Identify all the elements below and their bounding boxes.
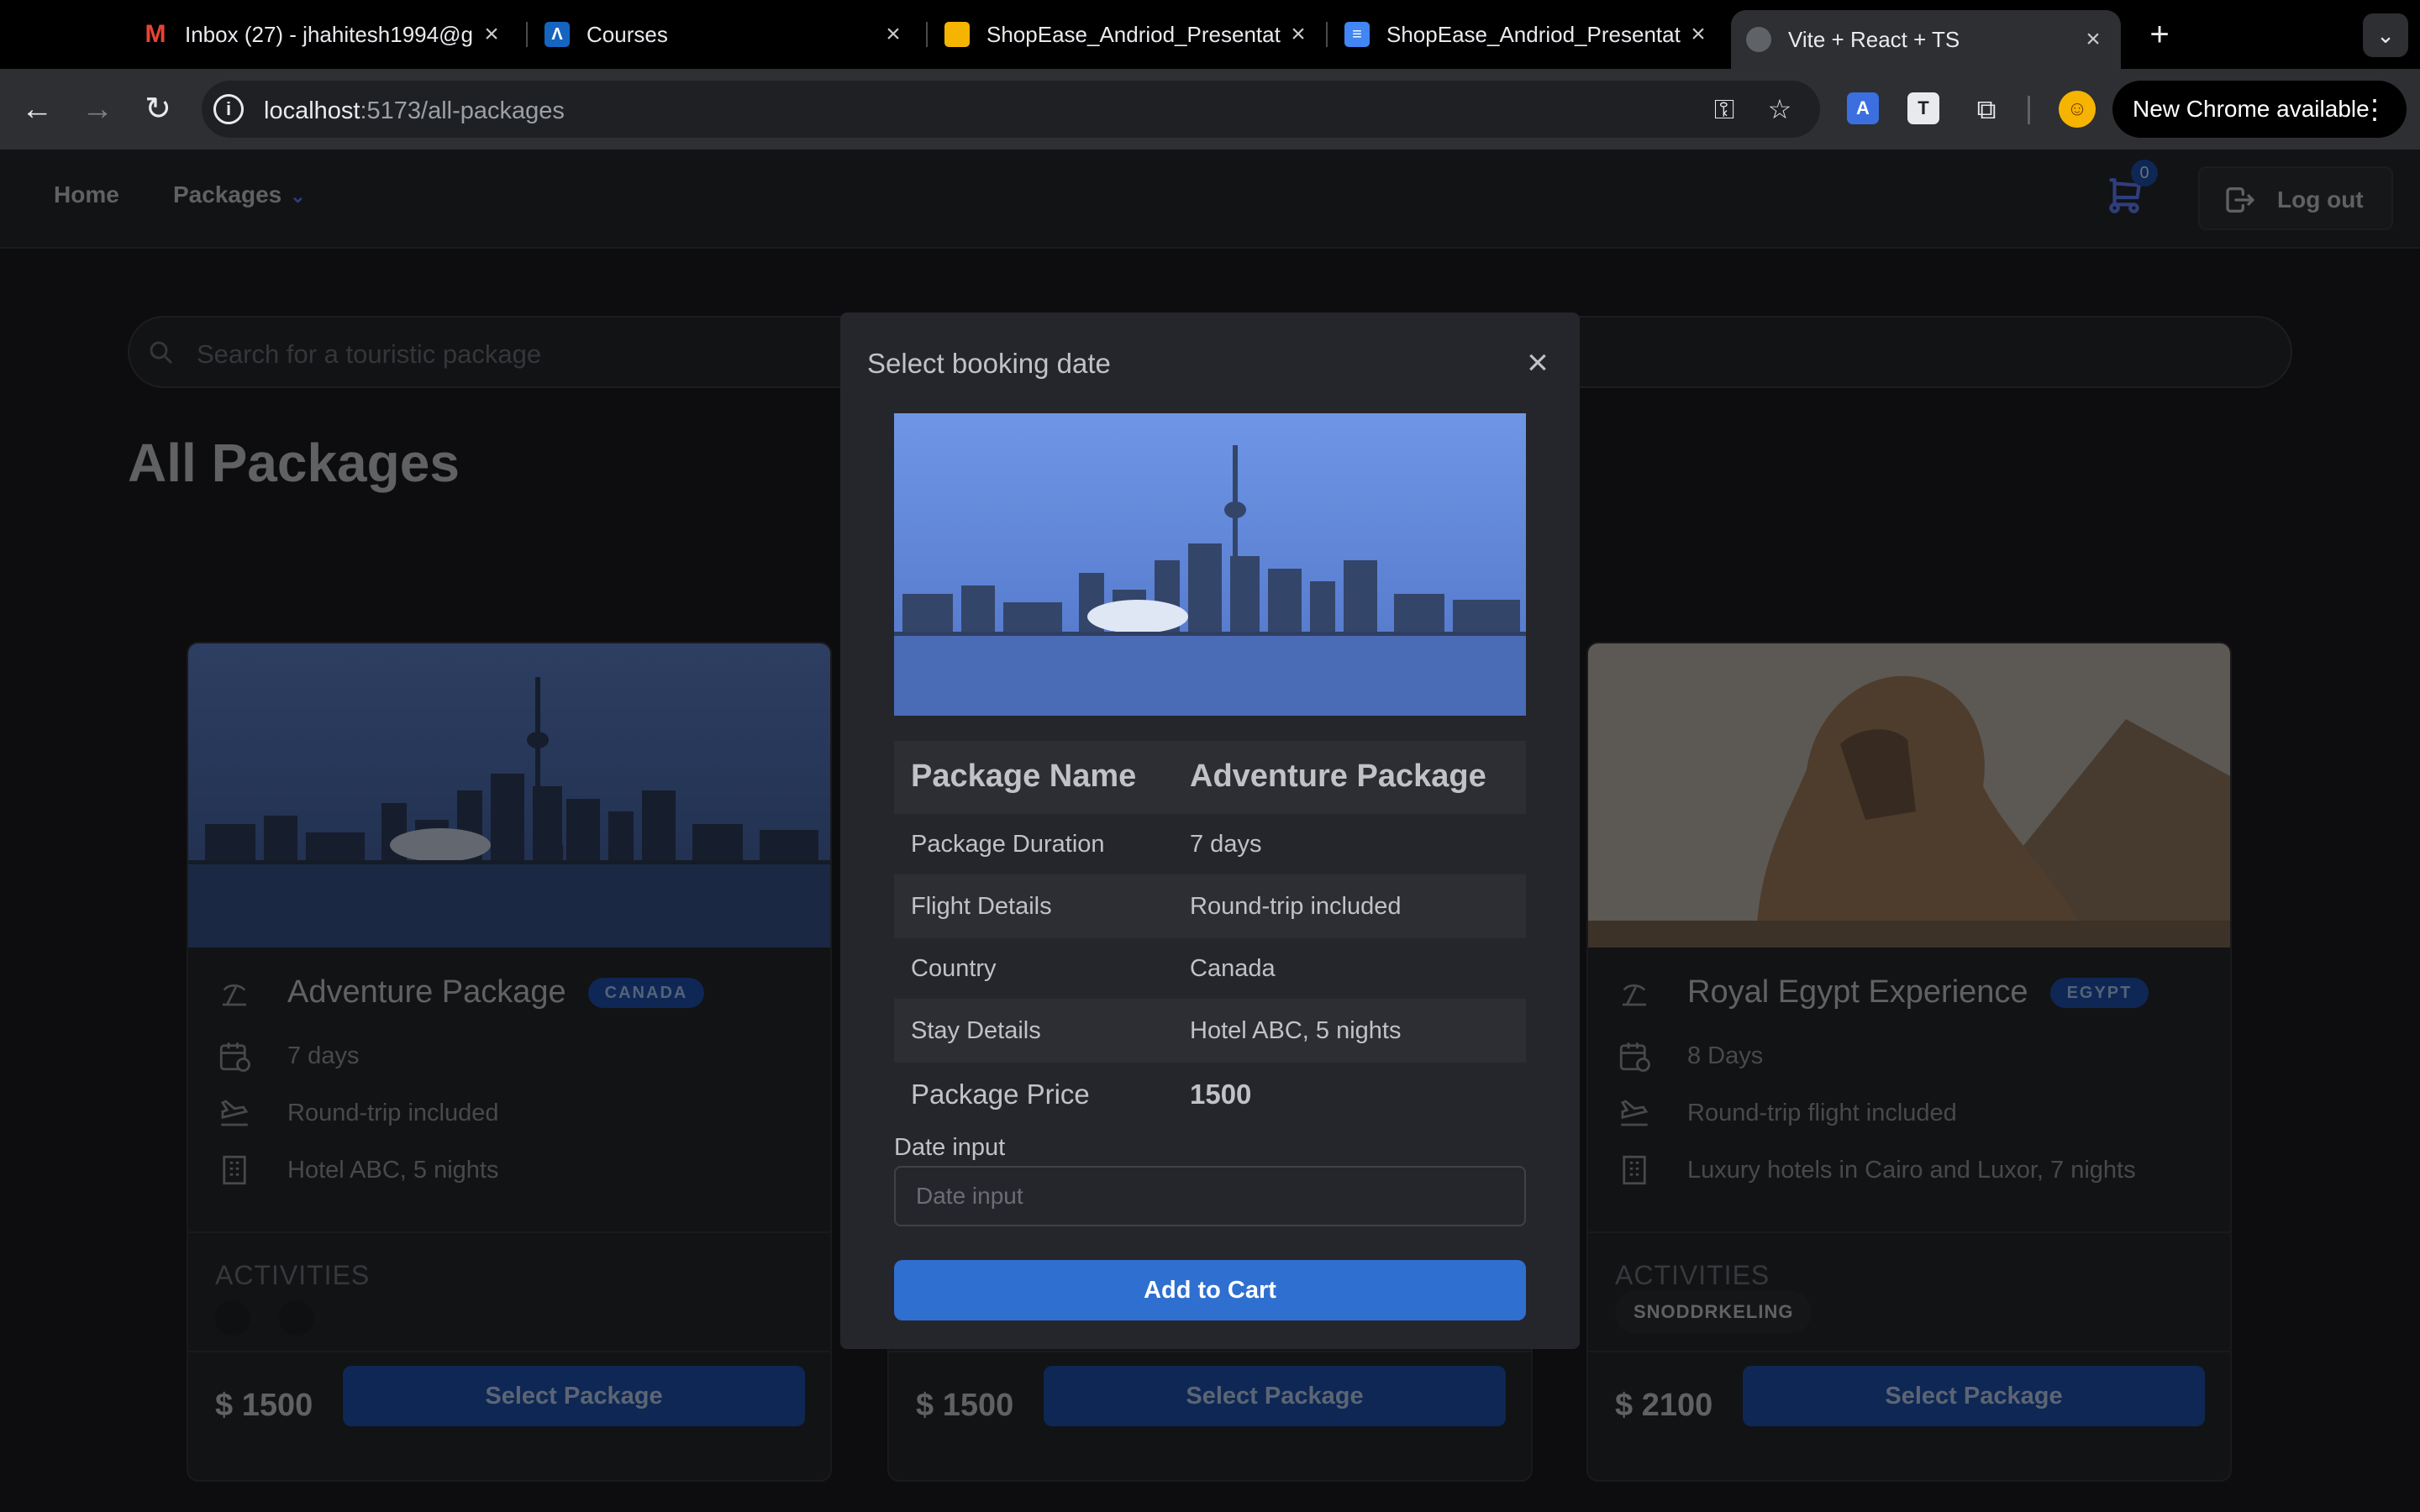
table-row: Package Name Adventure Package <box>894 741 1526 814</box>
tab-title: Inbox (27) - jhahitesh1994@g <box>185 21 473 47</box>
new-tab-button[interactable]: + <box>2139 15 2180 55</box>
tab-title: Vite + React + TS <box>1788 26 1960 52</box>
more-menu-icon[interactable]: ⋮ <box>2361 81 2388 138</box>
table-row: Package Price 1500 <box>894 1062 1526 1126</box>
back-icon[interactable]: ← <box>15 87 59 131</box>
table-row: Stay Details Hotel ABC, 5 nights <box>894 1000 1526 1063</box>
table-footer-cell: 1500 <box>1190 1078 1252 1110</box>
close-icon[interactable]: × <box>881 20 906 49</box>
add-to-cart-button[interactable]: Add to Cart <box>894 1260 1526 1320</box>
password-key-icon[interactable]: ⚿ <box>1707 92 1741 126</box>
table-row: Package Duration 7 days <box>894 813 1526 876</box>
table-cell: Canada <box>1173 937 1526 1000</box>
modal-title: Select booking date <box>867 348 1111 379</box>
browser-tab-gmail[interactable]: M Inbox (27) - jhahitesh1994@g × <box>143 10 504 59</box>
close-icon[interactable]: × <box>1686 20 1711 49</box>
close-icon[interactable]: × <box>479 20 504 49</box>
url-text[interactable]: localhost:5173/all-packages <box>264 97 565 125</box>
table-footer-cell: Package Price <box>911 1078 1090 1110</box>
browser-tab-courses[interactable]: Λ Courses × <box>544 10 906 59</box>
close-icon[interactable]: × <box>2081 25 2106 54</box>
table-cell: Flight Details <box>894 875 1173 938</box>
booking-date-modal: Select booking date × Package Name Adven… <box>840 312 1580 1349</box>
browser-tab-active[interactable]: Vite + React + TS × <box>1731 10 2121 69</box>
tab-title: ShopEase_Andriod_Presentat <box>1386 21 1681 47</box>
forward-icon[interactable]: → <box>76 87 119 131</box>
site-info-icon[interactable]: i <box>213 94 244 124</box>
package-details-table: Package Name Adventure Package Package D… <box>894 741 1526 1126</box>
gmail-icon: M <box>145 20 166 48</box>
table-cell: Stay Details <box>894 1000 1173 1063</box>
table-header-cell: Adventure Package <box>1173 741 1526 814</box>
browser-toolbar: ← → ↻ i localhost:5173/all-packages ⚿ ☆ … <box>0 69 2420 150</box>
tab-search-button[interactable]: ⌄ <box>2363 13 2408 57</box>
new-chrome-available-button[interactable]: New Chrome available ⋮ <box>2112 81 2407 138</box>
globe-icon <box>1746 27 1771 52</box>
table-cell: Country <box>894 937 1173 1000</box>
close-icon[interactable]: × <box>1519 344 1556 383</box>
package-image-toronto <box>894 413 1526 716</box>
date-input-label: Date input <box>894 1134 1006 1161</box>
close-icon[interactable]: × <box>1286 20 1311 49</box>
reload-icon[interactable]: ↻ <box>136 87 180 131</box>
table-row: Flight Details Round-trip included <box>894 875 1526 938</box>
text-extension-icon[interactable]: T <box>1907 92 1939 124</box>
date-input[interactable] <box>894 1166 1526 1226</box>
table-cell: 7 days <box>1173 813 1526 876</box>
table-row: Country Canada <box>894 937 1526 1000</box>
docs-icon: ≡ <box>1344 22 1370 47</box>
table-cell: Package Duration <box>894 813 1173 876</box>
table-header-cell: Package Name <box>894 741 1173 814</box>
tab-title: ShopEase_Andriod_Presentat <box>986 21 1281 47</box>
slides-icon <box>944 22 970 47</box>
extensions-puzzle-icon[interactable]: ⧉ <box>1970 92 2003 126</box>
profile-avatar[interactable]: ☺ <box>2059 91 2096 128</box>
translate-extension-icon[interactable]: A <box>1847 92 1879 124</box>
table-cell: Round-trip included <box>1173 875 1526 938</box>
bookmark-star-icon[interactable]: ☆ <box>1763 92 1797 126</box>
browser-tab-docs[interactable]: ≡ ShopEase_Andriod_Presentat × <box>1344 10 1711 59</box>
tab-title: Courses <box>587 21 668 47</box>
browser-tab-slides[interactable]: ShopEase_Andriod_Presentat × <box>944 10 1311 59</box>
table-cell: Hotel ABC, 5 nights <box>1173 1000 1526 1063</box>
courses-icon: Λ <box>544 22 570 47</box>
browser-tabstrip: M Inbox (27) - jhahitesh1994@g × Λ Cours… <box>0 0 2420 69</box>
